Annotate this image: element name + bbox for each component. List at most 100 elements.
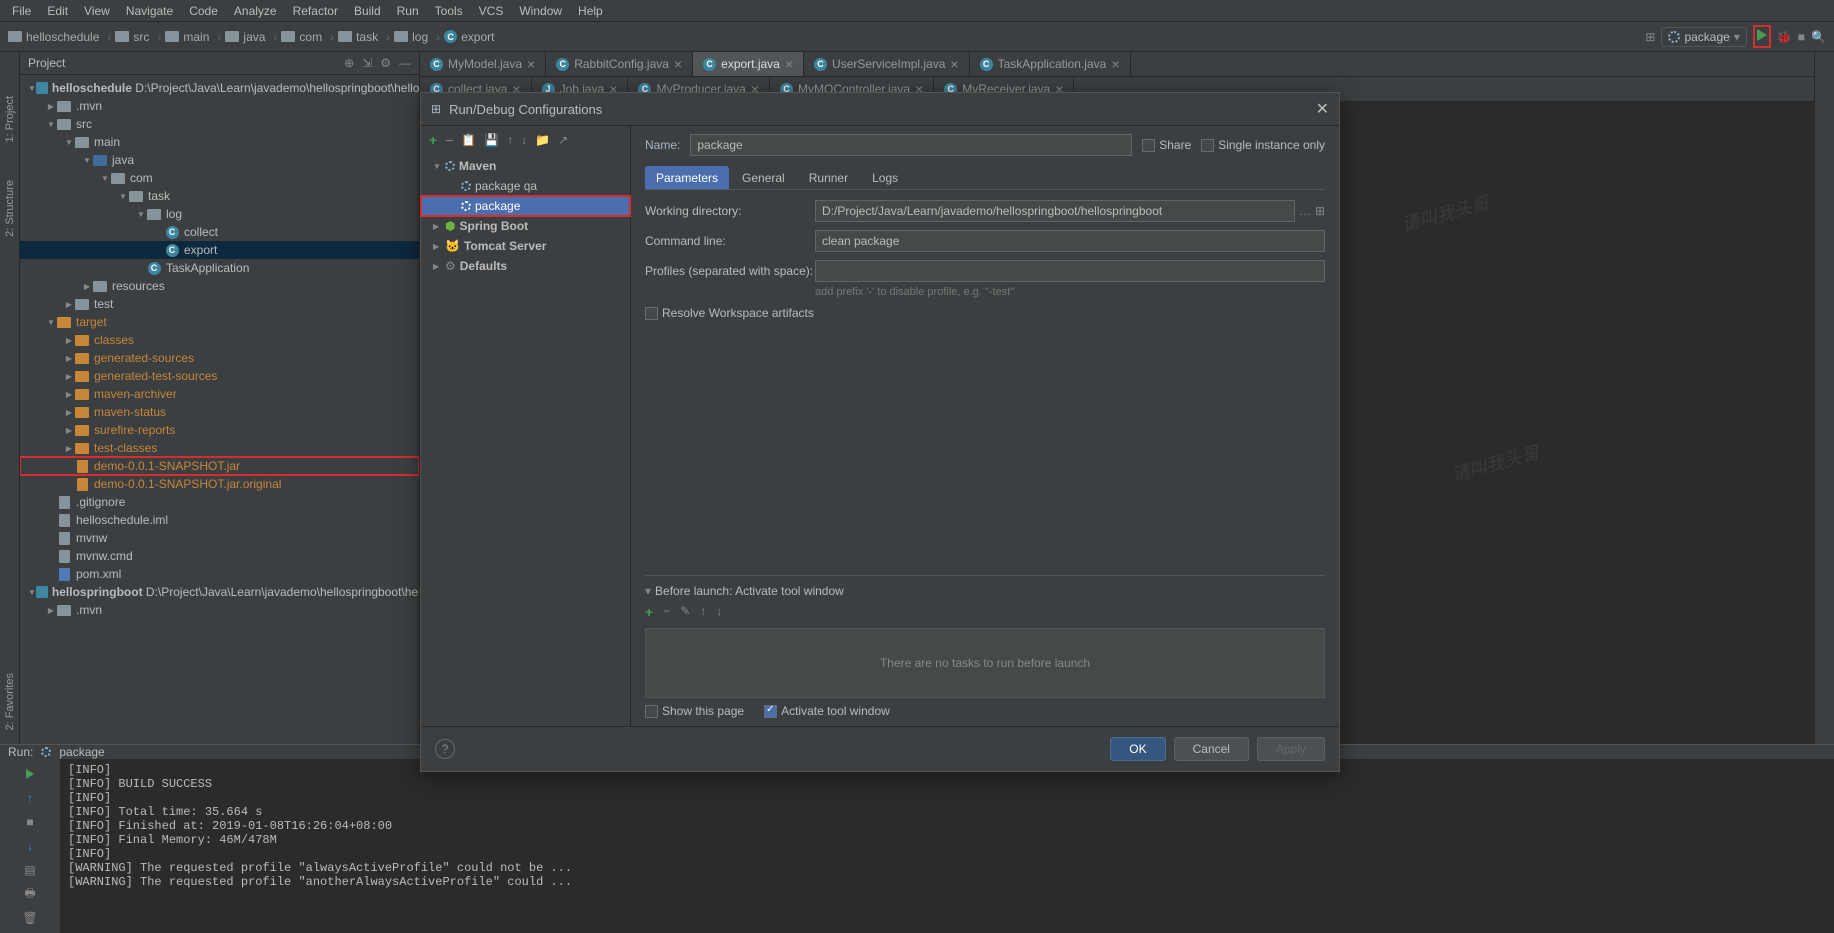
- wd-input[interactable]: [815, 200, 1295, 222]
- editor-tab[interactable]: CTaskApplication.java×: [970, 52, 1131, 76]
- bc-java[interactable]: java: [225, 30, 277, 44]
- tab-general[interactable]: General: [731, 166, 796, 189]
- node-resources[interactable]: resources: [20, 277, 419, 295]
- node-mvn2[interactable]: .mvn: [20, 601, 419, 619]
- node-java[interactable]: java: [20, 151, 419, 169]
- bc-task[interactable]: task: [338, 30, 390, 44]
- expand-icon[interactable]: ⇲: [362, 56, 372, 70]
- cfg-package-qa[interactable]: package qa: [421, 176, 630, 196]
- edit-task-icon[interactable]: ✎: [680, 604, 690, 620]
- vtab-favorites[interactable]: 2: Favorites: [2, 669, 18, 734]
- remove-icon[interactable]: −: [445, 132, 453, 148]
- bc-log[interactable]: log: [394, 30, 440, 44]
- tab-parameters[interactable]: Parameters: [645, 166, 729, 189]
- gear-icon[interactable]: ⚙: [380, 56, 391, 70]
- expand-icon[interactable]: ↗: [558, 133, 568, 147]
- editor-tab[interactable]: CMyModel.java×: [420, 52, 546, 76]
- name-input[interactable]: [690, 134, 1132, 156]
- single-instance-checkbox[interactable]: Single instance only: [1201, 138, 1325, 152]
- console-output[interactable]: [INFO] [INFO] BUILD SUCCESS [INFO] [INFO…: [60, 759, 1834, 933]
- close-icon[interactable]: ×: [527, 56, 535, 72]
- editor-tab[interactable]: CRabbitConfig.java×: [546, 52, 693, 76]
- node-com[interactable]: com: [20, 169, 419, 187]
- menu-refactor[interactable]: Refactor: [285, 2, 346, 20]
- up-task-icon[interactable]: ↑: [700, 604, 706, 620]
- menu-tools[interactable]: Tools: [427, 2, 471, 20]
- share-checkbox[interactable]: Share: [1142, 138, 1191, 152]
- ok-button[interactable]: OK: [1110, 737, 1165, 761]
- tab-runner[interactable]: Runner: [798, 166, 859, 189]
- node-target[interactable]: target: [20, 313, 419, 331]
- cfg-springboot[interactable]: ▶⬢Spring Boot: [421, 216, 630, 236]
- node-taskapp[interactable]: CTaskApplication: [20, 259, 419, 277]
- menu-analyze[interactable]: Analyze: [226, 2, 285, 20]
- up-icon[interactable]: ↑: [20, 789, 40, 807]
- node-main[interactable]: main: [20, 133, 419, 151]
- node-status[interactable]: maven-status: [20, 403, 419, 421]
- stop-icon[interactable]: ■: [20, 813, 40, 831]
- close-icon[interactable]: ×: [785, 56, 793, 72]
- close-icon[interactable]: ✕: [1316, 99, 1329, 119]
- bc-export[interactable]: Cexport: [444, 30, 502, 44]
- copy-icon[interactable]: 📋: [461, 133, 476, 147]
- activate-tw-checkbox[interactable]: Activate tool window: [764, 704, 890, 718]
- node-pom[interactable]: pom.xml: [20, 565, 419, 583]
- cfg-tomcat[interactable]: ▶🐱Tomcat Server: [421, 236, 630, 256]
- tab-logs[interactable]: Logs: [861, 166, 909, 189]
- run-tab-config[interactable]: package: [59, 745, 104, 759]
- up-arrow-icon[interactable]: ↑: [507, 133, 513, 147]
- menu-file[interactable]: File: [4, 2, 39, 20]
- bc-main[interactable]: main: [165, 30, 221, 44]
- chevron-down-icon[interactable]: ▾: [645, 584, 651, 598]
- menu-view[interactable]: View: [76, 2, 118, 20]
- menu-build[interactable]: Build: [346, 2, 389, 20]
- node-mvn[interactable]: .mvn: [20, 97, 419, 115]
- close-icon[interactable]: ×: [674, 56, 682, 72]
- vtab-structure[interactable]: 2: Structure: [2, 176, 18, 241]
- node-src[interactable]: src: [20, 115, 419, 133]
- node-gensrc[interactable]: generated-sources: [20, 349, 419, 367]
- menu-code[interactable]: Code: [181, 2, 226, 20]
- node-export[interactable]: Cexport: [20, 241, 419, 259]
- node-archiver[interactable]: maven-archiver: [20, 385, 419, 403]
- menu-navigate[interactable]: Navigate: [118, 2, 181, 20]
- remove-task-icon[interactable]: −: [663, 604, 670, 620]
- debug-icon[interactable]: 🐞: [1777, 30, 1792, 44]
- node-mvnwcmd[interactable]: mvnw.cmd: [20, 547, 419, 565]
- target-icon[interactable]: ⊕: [344, 56, 354, 70]
- run-config-selector[interactable]: package ▾: [1661, 27, 1746, 47]
- node-mvnw[interactable]: mvnw: [20, 529, 419, 547]
- node-iml[interactable]: helloschedule.iml: [20, 511, 419, 529]
- node-helloschedule[interactable]: helloschedule D:\Project\Java\Learn\java…: [20, 79, 419, 97]
- folder-icon[interactable]: 📁: [535, 133, 550, 147]
- cfg-package[interactable]: package: [421, 196, 630, 216]
- show-page-checkbox[interactable]: Show this page: [645, 704, 744, 718]
- cfg-defaults[interactable]: ▶⚙Defaults: [421, 256, 630, 276]
- node-surefire[interactable]: surefire-reports: [20, 421, 419, 439]
- node-task[interactable]: task: [20, 187, 419, 205]
- layout-icon[interactable]: ▤: [20, 861, 40, 879]
- close-icon[interactable]: ×: [950, 56, 958, 72]
- bc-com[interactable]: com: [281, 30, 334, 44]
- node-test[interactable]: test: [20, 295, 419, 313]
- node-jar-original[interactable]: demo-0.0.1-SNAPSHOT.jar.original: [20, 475, 419, 493]
- node-log[interactable]: log: [20, 205, 419, 223]
- print-icon[interactable]: 🖶: [20, 885, 40, 903]
- run-button[interactable]: [1753, 25, 1771, 48]
- node-gitignore[interactable]: .gitignore: [20, 493, 419, 511]
- hide-icon[interactable]: —: [399, 56, 411, 70]
- menu-edit[interactable]: Edit: [39, 2, 76, 20]
- down-icon[interactable]: ↓: [20, 837, 40, 855]
- node-testclasses[interactable]: test-classes: [20, 439, 419, 457]
- profiles-input[interactable]: [815, 260, 1325, 282]
- bc-project[interactable]: helloschedule: [8, 30, 111, 44]
- stop-icon[interactable]: ■: [1798, 30, 1805, 44]
- node-gentest[interactable]: generated-test-sources: [20, 367, 419, 385]
- cmd-input[interactable]: [815, 230, 1325, 252]
- menu-help[interactable]: Help: [570, 2, 611, 20]
- apply-button[interactable]: Apply: [1257, 737, 1325, 761]
- editor-tab[interactable]: CUserServiceImpl.java×: [804, 52, 970, 76]
- insert-icon[interactable]: ⊞: [1315, 204, 1325, 218]
- editor-tab[interactable]: Cexport.java×: [693, 52, 804, 76]
- close-icon[interactable]: ×: [1111, 56, 1119, 72]
